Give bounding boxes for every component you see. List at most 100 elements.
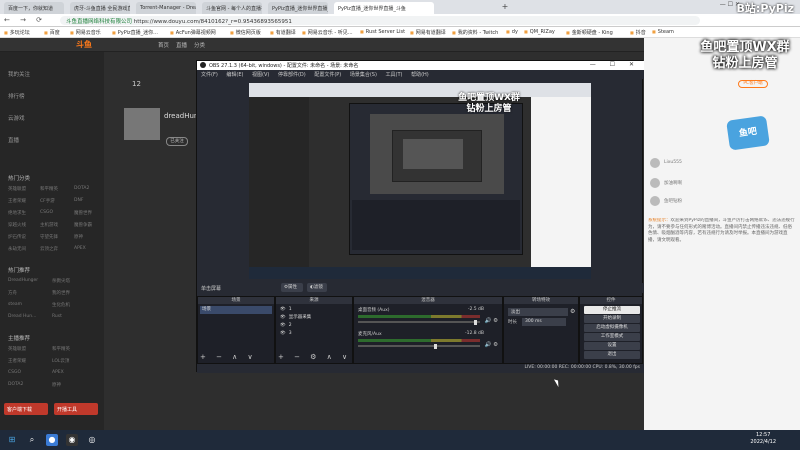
virtual-camera-button[interactable]: 启动虚拟摄像机	[584, 324, 640, 332]
browser-tab[interactable]: 百度一下，你就知道	[4, 2, 64, 14]
category-link[interactable]: 英雄联盟	[8, 346, 26, 352]
menu-tools[interactable]: 工具(T)	[386, 72, 403, 78]
category-link[interactable]: 英雄联盟	[8, 186, 26, 192]
mixer-channel-icons[interactable]: 🔊 ⚙	[484, 318, 498, 324]
volume-slider[interactable]	[358, 319, 480, 325]
menu-edit[interactable]: 编辑(E)	[226, 72, 243, 78]
app-icon[interactable]: ◎	[86, 434, 98, 446]
obs-titlebar[interactable]: OBS 27.1.3 (64-bit, windows) - 配置文件: 未命名…	[197, 61, 644, 70]
bookmark[interactable]: 多玩论坛	[4, 29, 30, 36]
category-link[interactable]: 主机游戏	[40, 222, 58, 228]
category-link[interactable]: Rust	[52, 314, 62, 319]
sidebar-item-live[interactable]: 直播	[8, 136, 19, 144]
category-link[interactable]: 生化危机	[52, 302, 70, 308]
menu-help[interactable]: 帮助(H)	[411, 72, 429, 78]
browser-tab[interactable]: 斗鱼官网 - 每个人的直播平台	[202, 2, 262, 14]
properties-button[interactable]: ⚙属性	[281, 283, 303, 292]
source-item[interactable]: 👁 3	[278, 330, 350, 338]
eye-icon[interactable]: 👁	[280, 307, 286, 312]
bookmark[interactable]: QM_RlZay	[524, 29, 555, 35]
browser-tab[interactable]: PyPiz直播_迷你世界直播_斗鱼直播	[268, 2, 328, 14]
sidebar-item-rank[interactable]: 排行榜	[8, 92, 25, 100]
category-link[interactable]: 穿越火线	[8, 222, 26, 228]
bookmark[interactable]: 抖音	[630, 29, 646, 36]
follow-button[interactable]: 已关注	[166, 137, 188, 146]
category-link[interactable]: APEX	[52, 370, 64, 375]
category-link[interactable]: 和平精英	[52, 346, 70, 352]
start-icon[interactable]: ⊞	[6, 434, 18, 446]
sidebar-item-cloudgame[interactable]: 云游戏	[8, 114, 25, 122]
menu-view[interactable]: 视图(V)	[252, 72, 269, 78]
sidebar-item-follow[interactable]: 我的关注	[8, 70, 30, 78]
bookmark[interactable]: 金斯顿硬盘 - King	[566, 29, 613, 36]
category-link[interactable]: 方舟	[8, 290, 17, 296]
bookmark[interactable]: Rust Server List	[360, 29, 405, 35]
bookmark[interactable]: AcFun弹幕视频网	[170, 29, 216, 36]
category-link[interactable]: APEX	[74, 246, 86, 251]
bookmark[interactable]: 网易云音乐 - 听见...	[302, 29, 353, 36]
start-recording-button[interactable]: 开始录制	[584, 315, 640, 323]
source-controls[interactable]: + − ⚙ ∧ ∨	[278, 353, 351, 361]
browser-tab[interactable]: 虎牙-斗鱼直播 全民游戏直播平台	[70, 2, 130, 14]
menu-profile[interactable]: 配置文件(P)	[314, 72, 341, 78]
category-link[interactable]: DOTA2	[74, 186, 89, 191]
category-link[interactable]: 永劫无间	[8, 246, 26, 252]
bookmark[interactable]: Steam	[652, 29, 674, 35]
category-link[interactable]: DOTA2	[8, 382, 23, 387]
menu-file[interactable]: 文件(F)	[201, 72, 218, 78]
settings-button[interactable]: 设置	[584, 342, 640, 350]
category-link[interactable]: 原神	[52, 382, 61, 388]
bookmark[interactable]: 微信网页版	[230, 29, 261, 36]
streamer-avatar[interactable]	[124, 108, 160, 140]
category-link[interactable]: 我的世界	[52, 290, 70, 296]
mixer-channel-icons[interactable]: 🔊 ⚙	[484, 342, 498, 348]
exit-button[interactable]: 退出	[584, 351, 640, 359]
category-link[interactable]: 原神	[74, 234, 83, 240]
category-link[interactable]: 杀戮尖塔	[52, 278, 70, 284]
category-link[interactable]: steam	[8, 302, 22, 307]
bookmark[interactable]: 网易有道翻译	[410, 29, 446, 36]
nav-item[interactable]: 首页	[158, 41, 169, 49]
search-icon[interactable]: ⌕	[26, 434, 38, 446]
menu-docks[interactable]: 停靠部件(D)	[278, 72, 306, 78]
gear-icon[interactable]: ⚙	[570, 308, 575, 315]
volume-slider-knob[interactable]	[433, 343, 437, 349]
category-link[interactable]: DNF	[74, 198, 83, 203]
scene-controls[interactable]: + − ∧ ∨	[200, 353, 257, 361]
duration-field[interactable]: 300 ms	[522, 318, 566, 326]
scene-item[interactable]: 场景	[200, 306, 272, 314]
category-link[interactable]: 和平精英	[40, 186, 58, 192]
category-link[interactable]: CSGO	[8, 370, 21, 375]
bookmark[interactable]: 百度	[44, 29, 60, 36]
rank-row[interactable]: 鱼吧钻粉	[650, 196, 790, 208]
rank-row[interactable]: Lixu555	[650, 158, 790, 170]
category-link[interactable]: LOL云顶	[52, 358, 69, 364]
volume-slider[interactable]	[358, 343, 480, 349]
nav-buttons[interactable]: ← → ⟳	[4, 16, 46, 24]
bookmark[interactable]: 网易云音乐	[70, 29, 101, 36]
category-link[interactable]: 守望先锋	[40, 234, 58, 240]
bookmark[interactable]: dy	[506, 29, 518, 35]
category-link[interactable]: 云顶之弈	[40, 246, 58, 252]
category-link[interactable]: 王者荣耀	[8, 358, 26, 364]
eye-icon[interactable]: 👁	[280, 323, 286, 328]
category-link[interactable]: CF手游	[40, 198, 55, 204]
bookmark[interactable]: 我的资料 - Twitch	[452, 29, 499, 36]
category-link[interactable]: 王者荣耀	[8, 198, 26, 204]
source-item[interactable]: 👁 显示器采集	[278, 314, 350, 322]
category-link[interactable]: 魔兽世界	[74, 210, 92, 216]
eye-icon[interactable]: 👁	[280, 331, 286, 336]
nav-item[interactable]: 分类	[194, 41, 205, 49]
client-download-button[interactable]: 客户端下载	[4, 403, 48, 415]
bookmark[interactable]: PyPiz直播_迷你...	[112, 29, 158, 36]
obs-window-controls[interactable]: — ☐ ✕	[590, 61, 640, 68]
source-item[interactable]: 👁 2	[278, 322, 350, 330]
eye-icon[interactable]: 👁	[280, 315, 286, 320]
stop-streaming-button[interactable]: 停止推流	[584, 306, 640, 314]
address-bar[interactable]: 斗鱼直播网络科技有限公司 https://www.douyu.com/84101…	[60, 16, 700, 25]
system-clock[interactable]: 12:57 2022/4/12	[750, 432, 776, 446]
category-link[interactable]: DreadHunger	[8, 278, 38, 283]
browser-tab[interactable]: Torrent-Manager - Dread Hunger	[136, 2, 196, 14]
transition-select[interactable]: 淡出	[508, 308, 568, 316]
source-item[interactable]: 👁 1	[278, 306, 350, 314]
